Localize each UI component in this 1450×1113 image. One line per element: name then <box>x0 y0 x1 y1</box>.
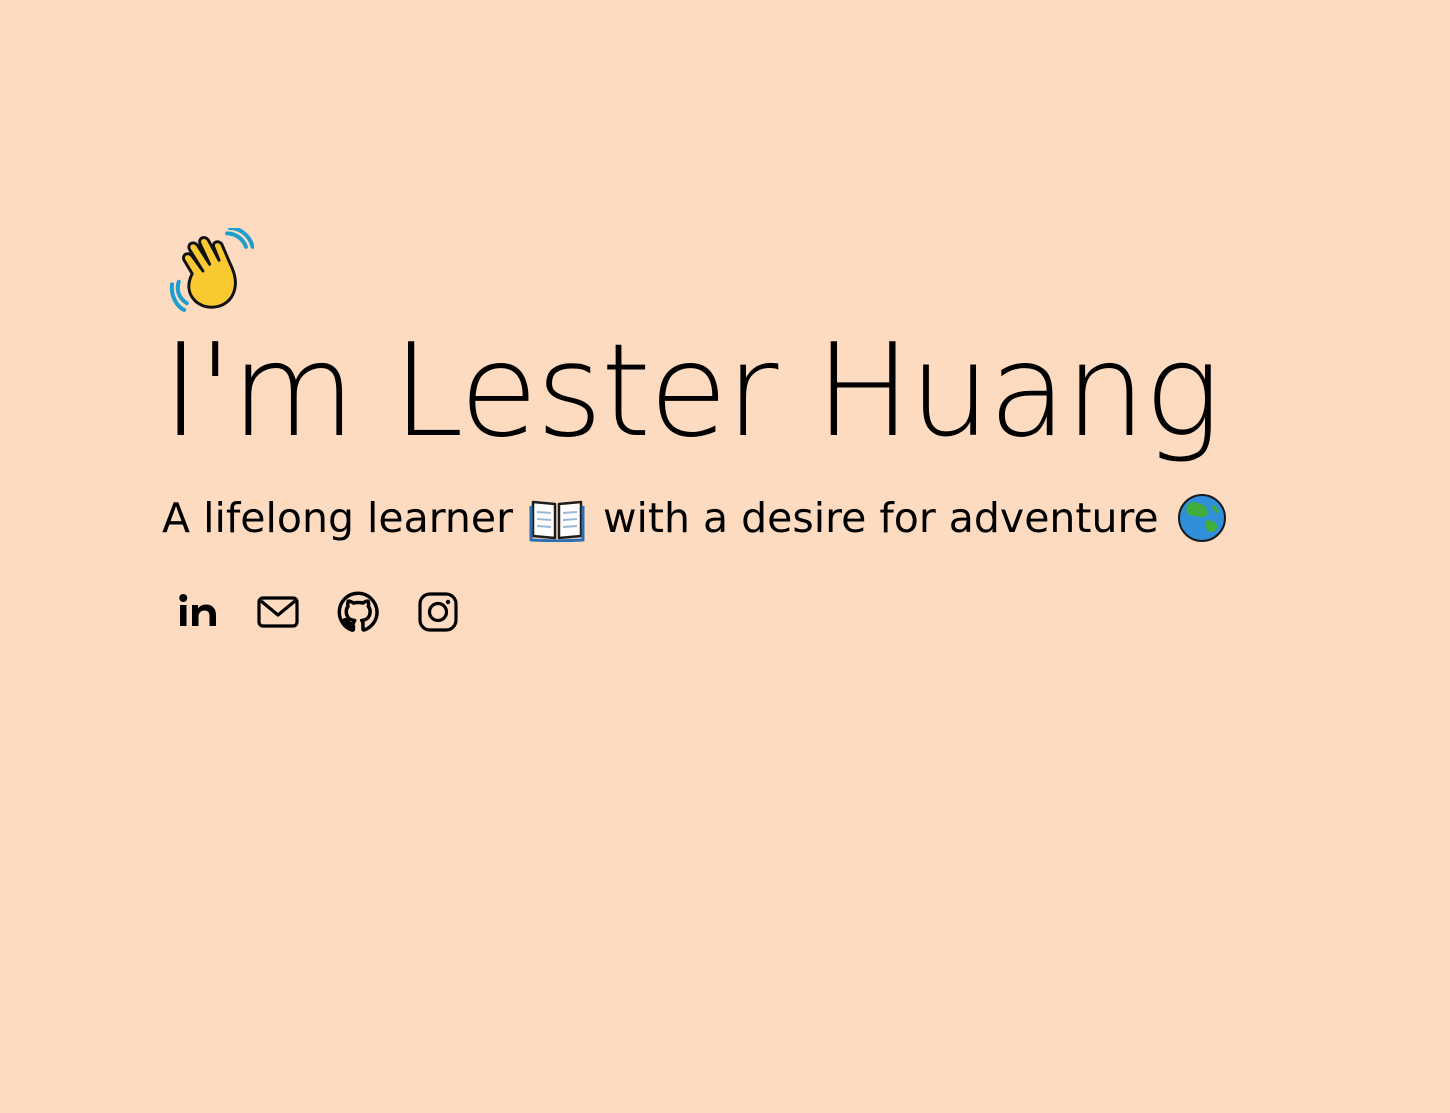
page-title: I'm Lester Huang <box>162 317 1221 466</box>
tagline-text-part2: with a desire for adventure <box>602 494 1159 542</box>
mail-icon[interactable] <box>256 590 300 634</box>
github-icon[interactable] <box>336 590 380 634</box>
social-links <box>176 590 1362 634</box>
tagline-text-part1: A lifelong learner <box>162 494 513 542</box>
globe-asia-australia-icon <box>1177 493 1227 543</box>
instagram-icon[interactable] <box>416 590 460 634</box>
hero-section: I'm Lester Huang A lifelong learner with… <box>162 228 1362 634</box>
waving-hand-icon <box>168 228 254 314</box>
linkedin-icon[interactable] <box>176 590 220 634</box>
open-book-icon <box>529 494 585 542</box>
tagline: A lifelong learner with a desire for adv… <box>162 492 1362 544</box>
